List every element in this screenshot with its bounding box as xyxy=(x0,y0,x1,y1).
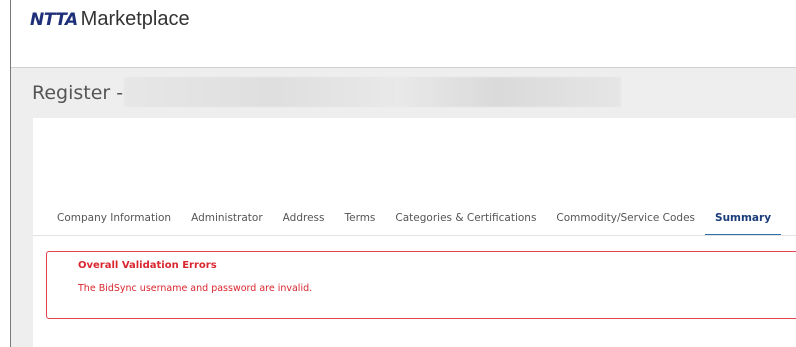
tab-address[interactable]: Address xyxy=(273,206,335,234)
page-title: Register - xyxy=(32,82,124,104)
validation-error-title: Overall Validation Errors xyxy=(78,260,217,271)
tab-categories-certifications[interactable]: Categories & Certifications xyxy=(385,206,546,234)
brand[interactable]: NTTA Marketplace xyxy=(30,8,190,34)
validation-error-message: The BidSync username and password are in… xyxy=(78,283,313,294)
redacted-company-name xyxy=(124,77,621,107)
tab-commodity-service-codes[interactable]: Commodity/Service Codes xyxy=(546,206,705,234)
tab-company-information[interactable]: Company Information xyxy=(47,206,181,234)
page-title-row: Register - xyxy=(32,79,123,107)
tab-terms[interactable]: Terms xyxy=(334,206,385,234)
tab-summary[interactable]: Summary xyxy=(705,206,782,236)
header: NTTA Marketplace xyxy=(11,0,796,68)
tabs-divider xyxy=(33,235,796,236)
registration-tabs: Company Information Administrator Addres… xyxy=(47,206,782,236)
ntta-logo: NTTA xyxy=(30,10,78,30)
tab-administrator[interactable]: Administrator xyxy=(181,206,273,234)
validation-error-alert: Overall Validation Errors The BidSync us… xyxy=(46,251,796,319)
brand-name: Marketplace xyxy=(80,8,190,30)
page: NTTA Marketplace Register - Company Info… xyxy=(0,0,796,347)
